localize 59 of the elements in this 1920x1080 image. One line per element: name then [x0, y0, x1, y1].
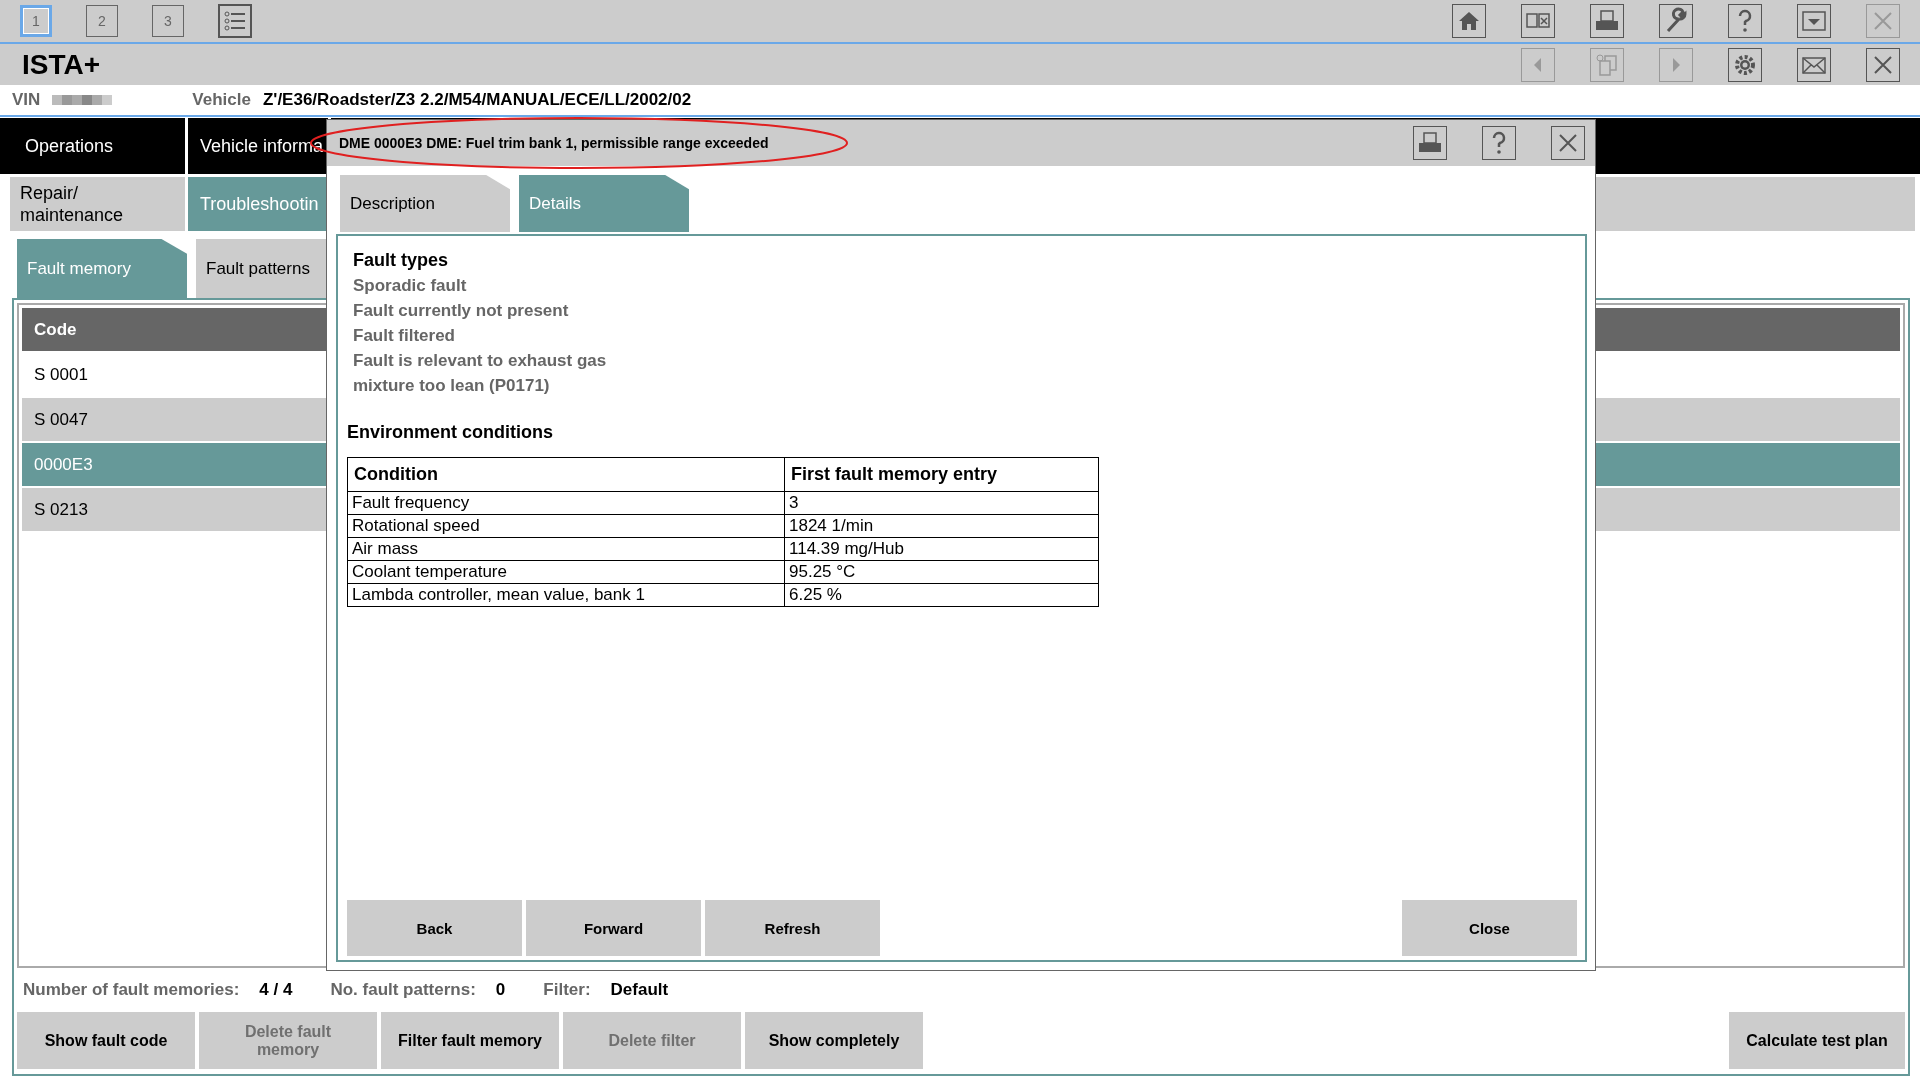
wrench-icon[interactable] [1659, 4, 1693, 38]
app-title: ISTA+ [22, 48, 101, 81]
status-value: 4 / 4 [259, 980, 293, 1000]
section-heading: Environment conditions [347, 422, 554, 443]
status-value: 0 [495, 980, 506, 1000]
section-heading: Fault types [353, 250, 450, 271]
column-header: Code [34, 319, 77, 340]
vehicle-label: Vehicle [192, 90, 251, 110]
vin-label: VIN [12, 90, 41, 110]
fault-type-text: Fault filtered [353, 326, 456, 346]
table-cell: Fault frequency [347, 491, 785, 515]
section-tab[interactable]: Repair/ maintenance [10, 177, 185, 231]
action-button[interactable]: Show completely [745, 1012, 923, 1069]
calculate-test-plan-button[interactable]: Calculate test plan [1729, 1012, 1905, 1069]
dialog-button[interactable]: Refresh [705, 900, 880, 956]
action-button[interactable]: Show fault code [17, 1012, 195, 1069]
table-cell: 114.39 mg/Hub [784, 537, 1099, 561]
printer-icon[interactable] [1413, 126, 1447, 160]
session-tab[interactable]: 1 [20, 5, 52, 37]
help-icon[interactable] [1482, 126, 1516, 160]
table-cell: 6.25 % [784, 583, 1099, 607]
house-icon[interactable] [1452, 4, 1486, 38]
status-label: Filter: [543, 980, 591, 1000]
table-cell: Air mass [347, 537, 785, 561]
status-value: Default [610, 980, 669, 1000]
settings-icon[interactable] [1728, 47, 1762, 82]
dialog-button[interactable]: Forward [526, 900, 701, 956]
fault-type-text: Fault is relevant to exhaust gas [353, 351, 608, 371]
dialog-button[interactable]: Back [347, 900, 522, 956]
fault-type-text: mixture too lean (P0171) [353, 376, 551, 396]
table-cell: Rotational speed [347, 514, 785, 538]
fault-type-text: Fault currently not present [353, 301, 570, 321]
dialog-title: DME 0000E3 DME: Fuel trim bank 1, permissible range exceeded [339, 135, 769, 151]
blurred-vin [52, 93, 113, 107]
close-button[interactable]: Close [1402, 900, 1577, 956]
fault-type-text: Sporadic fault [353, 276, 468, 296]
envelope-icon[interactable] [1797, 47, 1831, 82]
session-tab[interactable]: 2 [86, 5, 118, 37]
tray-icon[interactable] [1797, 4, 1831, 38]
close-icon[interactable] [1551, 126, 1585, 160]
status-label: Number of fault memories: [23, 980, 240, 1000]
help-icon[interactable] [1728, 4, 1762, 38]
session-tab[interactable]: 3 [152, 5, 184, 37]
column-header: Condition [347, 457, 785, 492]
main-tab[interactable]: Operations [0, 118, 185, 174]
column-header: First fault memory entry [784, 457, 1099, 492]
table-cell: Lambda controller, mean value, bank 1 [347, 583, 785, 607]
printer-icon[interactable] [1590, 4, 1624, 38]
action-button[interactable]: Filter fault memory [381, 1012, 559, 1069]
list-icon[interactable] [218, 4, 252, 38]
close-icon[interactable] [1866, 47, 1900, 82]
table-cell: Coolant temperature [347, 560, 785, 584]
panels-icon[interactable] [1521, 4, 1555, 38]
table-cell: 95.25 °C [784, 560, 1099, 584]
table-cell: 1824 1/min [784, 514, 1099, 538]
table-cell: 3 [784, 491, 1099, 515]
vehicle-value: Z'/E36/Roadster/Z3 2.2/M54/MANUAL/ECE/LL/2002/02 [262, 90, 692, 110]
dialog-tab[interactable]: Description [340, 175, 510, 232]
status-label: No. fault patterns: [330, 980, 476, 1000]
